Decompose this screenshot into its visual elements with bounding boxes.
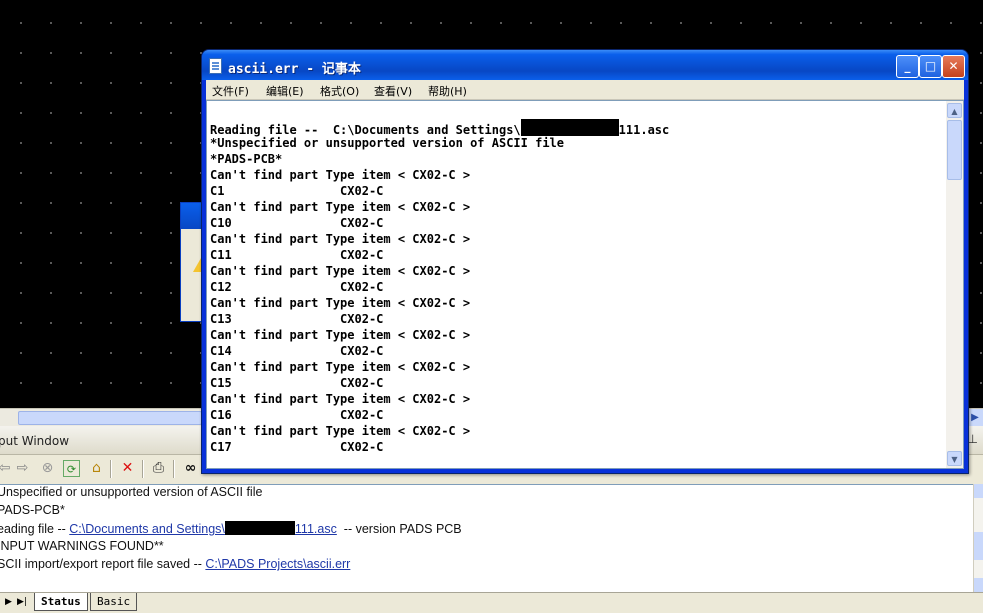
toolbar-separator bbox=[110, 460, 112, 478]
notepad-line-text: 111.asc bbox=[618, 123, 670, 137]
notepad-icon[interactable] bbox=[209, 58, 222, 74]
refresh-icon[interactable]: ⟳ bbox=[63, 460, 80, 477]
notepad-line: C14 CX02-C bbox=[210, 344, 384, 358]
back-icon[interactable]: ⇦ bbox=[0, 460, 13, 477]
maximize-button[interactable]: □ bbox=[919, 55, 942, 78]
scroll-down-arrow-icon[interactable] bbox=[974, 578, 983, 592]
output-vertical-scrollbar[interactable] bbox=[973, 484, 983, 592]
notepad-line: Reading file -- C:\Documents and Setting… bbox=[210, 119, 670, 137]
canvas-scroll-thumb[interactable] bbox=[18, 411, 202, 425]
scroll-down-arrow-icon[interactable]: ▼ bbox=[947, 451, 962, 466]
output-line-prefix: eading file -- bbox=[0, 522, 70, 536]
notepad-line: Can't find part Type item < CX02-C > bbox=[210, 360, 471, 374]
output-log[interactable]: Unspecified or unsupported version of AS… bbox=[0, 484, 974, 593]
notepad-line: C13 CX02-C bbox=[210, 312, 384, 326]
notepad-menubar: 文件(F) 编辑(E) 格式(O) 查看(V) 帮助(H) bbox=[206, 80, 964, 100]
home-icon[interactable]: ⌂ bbox=[88, 460, 105, 477]
menu-view[interactable]: 查看(V) bbox=[374, 83, 412, 99]
file-link-part[interactable]: C:\Documents and Settings\ bbox=[69, 522, 225, 536]
output-line-prefix: SCII import/export report file saved -- bbox=[0, 557, 206, 571]
notepad-line: C11 CX02-C bbox=[210, 248, 384, 262]
notepad-line: Can't find part Type item < CX02-C > bbox=[210, 232, 471, 246]
notepad-scroll-thumb[interactable] bbox=[947, 120, 962, 180]
notepad-line: Can't find part Type item < CX02-C > bbox=[210, 424, 471, 438]
menu-help[interactable]: 帮助(H) bbox=[428, 83, 467, 99]
menu-format[interactable]: 格式(O) bbox=[320, 83, 359, 99]
minimize-button[interactable]: _ bbox=[896, 55, 919, 78]
notepad-titlebar[interactable]: ascii.err - 记事本 _ □ ✕ bbox=[202, 50, 968, 80]
notepad-line: *Unspecified or unsupported version of A… bbox=[210, 136, 565, 150]
notepad-content[interactable]: Reading file -- C:\Documents and Setting… bbox=[210, 119, 940, 464]
redaction bbox=[224, 521, 295, 535]
notepad-window: ascii.err - 记事本 _ □ ✕ 文件(F) 编辑(E) 格式(O) … bbox=[201, 49, 969, 474]
output-line: Unspecified or unsupported version of AS… bbox=[0, 485, 263, 499]
tab-scroll-right-icon[interactable]: ▶ bbox=[5, 597, 12, 607]
output-scroll-thumb[interactable] bbox=[974, 532, 983, 560]
file-link-part[interactable]: 111.asc bbox=[295, 522, 337, 536]
forward-icon[interactable]: ⇨ bbox=[14, 460, 31, 477]
report-file-link[interactable]: C:\PADS Projects\ascii.err bbox=[205, 557, 350, 571]
close-button[interactable]: ✕ bbox=[942, 55, 965, 78]
output-line: PADS-PCB* bbox=[0, 503, 65, 517]
toolbar-separator bbox=[173, 460, 175, 478]
notepad-line: C17 CX02-C bbox=[210, 440, 384, 454]
menu-edit[interactable]: 编辑(E) bbox=[266, 83, 304, 99]
delete-icon[interactable]: ✕ bbox=[119, 460, 136, 477]
notepad-line: Can't find part Type item < CX02-C > bbox=[210, 168, 471, 182]
notepad-line: C10 CX02-C bbox=[210, 216, 384, 230]
notepad-line: *PADS-PCB* bbox=[210, 152, 283, 166]
menu-file[interactable]: 文件(F) bbox=[212, 83, 249, 99]
redaction bbox=[520, 119, 619, 136]
output-window-title: put Window bbox=[0, 434, 70, 448]
notepad-line: Can't find part Type item < CX02-C > bbox=[210, 328, 471, 342]
output-line: INPUT WARNINGS FOUND** bbox=[0, 539, 164, 553]
notepad-line: C12 CX02-C bbox=[210, 280, 384, 294]
scroll-up-arrow-icon[interactable] bbox=[974, 484, 983, 498]
pin-icon[interactable]: ⊥ bbox=[968, 432, 978, 446]
notepad-line: Can't find part Type item < CX02-C > bbox=[210, 264, 471, 278]
toolbar-separator bbox=[142, 460, 144, 478]
notepad-vertical-scrollbar[interactable]: ▲ ▼ bbox=[946, 101, 963, 468]
notepad-text-area[interactable]: Reading file -- C:\Documents and Setting… bbox=[206, 100, 964, 469]
output-line: SCII import/export report file saved -- … bbox=[0, 557, 350, 571]
notepad-line: Can't find part Type item < CX02-C > bbox=[210, 392, 471, 406]
tab-basic[interactable]: Basic bbox=[90, 593, 138, 611]
file-link[interactable]: C:\Documents and Settings\ 111.asc bbox=[69, 521, 337, 536]
output-tabs-bar: ▶ ▶| Status Basic bbox=[0, 592, 983, 613]
notepad-line: Can't find part Type item < CX02-C > bbox=[210, 296, 471, 310]
tab-scroll-end-icon[interactable]: ▶| bbox=[17, 597, 27, 607]
notepad-title: ascii.err - 记事本 bbox=[228, 62, 361, 77]
scroll-up-arrow-icon[interactable]: ▲ bbox=[947, 103, 962, 118]
notepad-line: C1 CX02-C bbox=[210, 184, 384, 198]
stop-icon[interactable]: ⊗ bbox=[39, 460, 56, 477]
output-line-suffix: -- version PADS PCB bbox=[336, 522, 462, 536]
print-icon[interactable]: ⎙ bbox=[150, 460, 167, 477]
notepad-line: C15 CX02-C bbox=[210, 376, 384, 390]
output-line: eading file -- C:\Documents and Settings… bbox=[0, 521, 462, 536]
tab-status[interactable]: Status bbox=[34, 593, 88, 611]
notepad-line: Can't find part Type item < CX02-C > bbox=[210, 200, 471, 214]
notepad-line: C16 CX02-C bbox=[210, 408, 384, 422]
find-icon[interactable]: ∞ bbox=[182, 460, 199, 477]
